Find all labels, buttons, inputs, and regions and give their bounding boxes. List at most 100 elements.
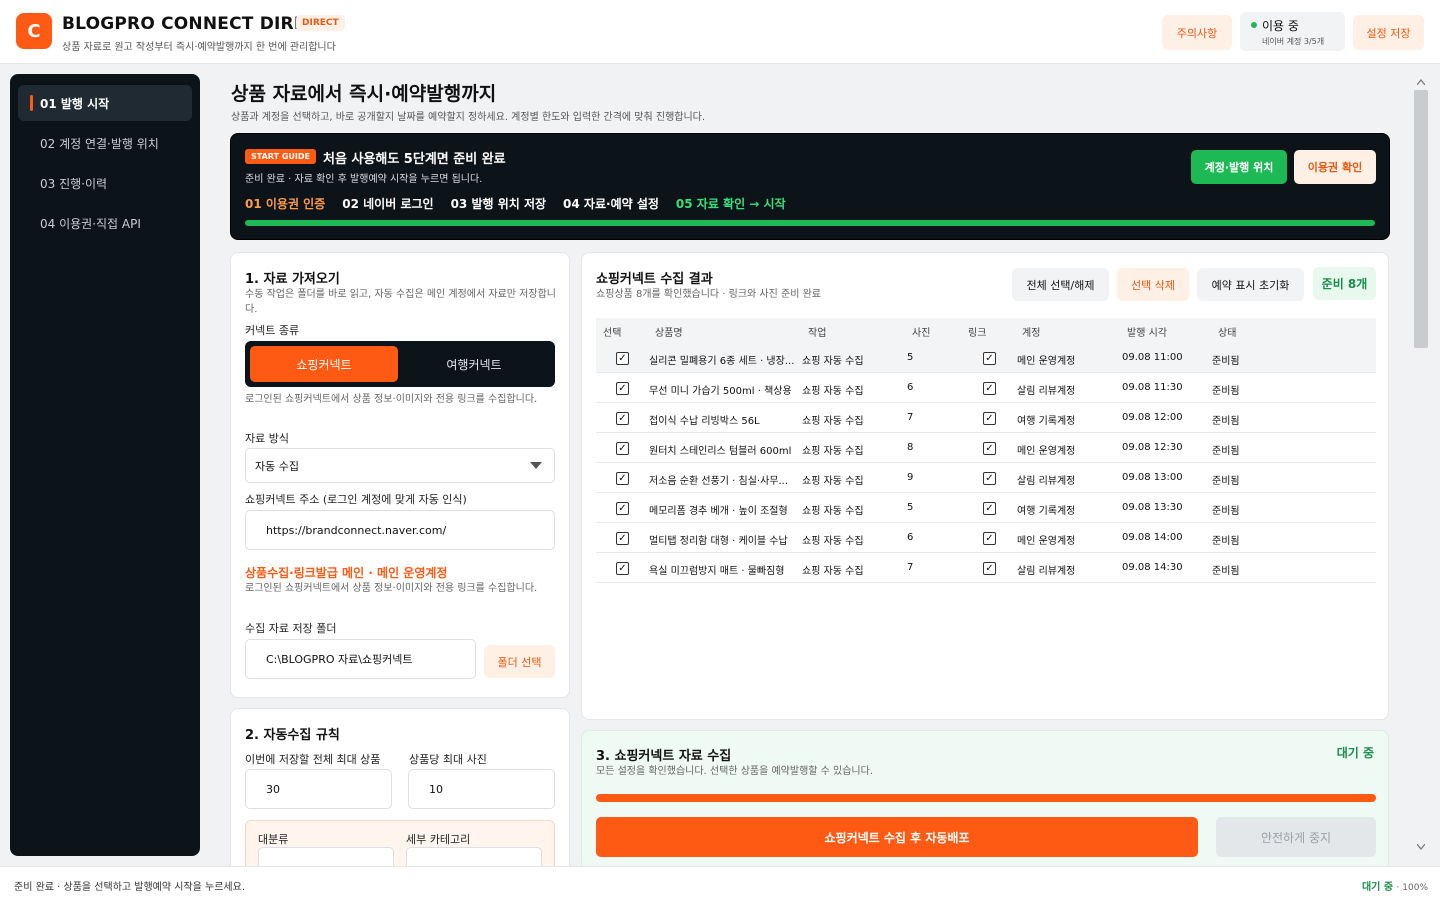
reset-schedule-button[interactable]: 예약 표시 초기화	[1197, 268, 1304, 301]
col-account: 계정	[1022, 328, 1041, 339]
scroll-down-icon[interactable]	[1417, 844, 1425, 850]
publish-time: 09.08 14:30	[1122, 562, 1183, 573]
table-row[interactable]: ✓ 저소음 순환 선풍기 · 침실·사무... 쇼핑 자동 수집 9 ✓ 살림 리뷰계정 0…	[596, 463, 1376, 493]
publish-time: 09.08 11:00	[1122, 352, 1183, 363]
app-badge: DIRECT	[296, 15, 345, 31]
caution-button[interactable]: 주의사항	[1162, 15, 1232, 50]
url-input[interactable]: https://brandconnect.naver.com/	[245, 510, 555, 550]
job-type: 쇼핑 자동 수집	[802, 446, 864, 457]
account-name: 여행 기록계정	[1017, 416, 1076, 427]
status-text: 준비됨	[1212, 536, 1240, 547]
table-row[interactable]: ✓ 욕실 미끄럼방지 매트 · 물빠짐형 쇼핑 자동 수집 7 ✓ 살림 리뷰계정 09.0…	[596, 553, 1376, 583]
col-name: 상품명	[655, 328, 683, 339]
link-checkbox[interactable]: ✓	[983, 562, 996, 575]
photo-count: 7	[907, 562, 914, 573]
photo-count: 5	[907, 502, 914, 513]
guide-step-1[interactable]: 01 이용권 인증	[245, 195, 325, 212]
footer-state: 대기 중	[1361, 882, 1394, 893]
app-title: BLOGPRO CONNECT DIRECT	[62, 14, 331, 34]
link-checkbox[interactable]: ✓	[983, 442, 996, 455]
select-checkbox[interactable]: ✓	[616, 412, 629, 425]
max-photos-label: 상품당 최대 사진	[409, 753, 487, 766]
status-main: 이용 중	[1262, 19, 1299, 33]
tab-shopping-connect[interactable]: 쇼핑커넥트	[250, 346, 398, 382]
col-status: 상태	[1218, 328, 1237, 339]
safe-stop-button[interactable]: 안전하게 중지	[1216, 817, 1376, 857]
link-checkbox[interactable]: ✓	[983, 502, 996, 515]
app-header: C BLOGPRO CONNECT DIRECT DIRECT 상품 자료로 원…	[0, 0, 1440, 64]
results-card: 쇼핑커넥트 수집 결과 쇼핑상품 8개를 확인했습니다 · 링크와 사진 준비 …	[581, 252, 1389, 720]
delete-selected-button[interactable]: 선택 삭제	[1117, 268, 1189, 301]
table-row[interactable]: ✓ 메모리폼 경추 베개 · 높이 조절형 쇼핑 자동 수집 5 ✓ 여행 기록계정 09.…	[596, 493, 1376, 523]
rules-card: 2. 자동수집 규칙 이번에 저장할 전체 최대 상품 30 상품당 최대 사진…	[230, 708, 570, 880]
account-name: 살림 리뷰계정	[1017, 476, 1076, 487]
results-subtitle: 쇼핑상품 8개를 확인했습니다 · 링크와 사진 준비 완료	[596, 289, 821, 300]
link-checkbox[interactable]: ✓	[983, 352, 996, 365]
guide-step-4[interactable]: 04 자료·예약 설정	[563, 195, 659, 212]
table-row[interactable]: ✓ 실리콘 밀폐용기 6종 세트 · 냉장... 쇼핑 자동 수집 5 ✓ 메인 운영계정…	[596, 343, 1376, 373]
job-type: 쇼핑 자동 수집	[802, 536, 864, 547]
status-text: 준비됨	[1212, 356, 1240, 367]
save-settings-button[interactable]: 설정 저장	[1353, 15, 1424, 50]
results-title: 쇼핑커넥트 수집 결과	[596, 272, 713, 287]
table-row[interactable]: ✓ 멀티탭 정리함 대형 · 케이블 수납 쇼핑 자동 수집 6 ✓ 메인 운영계정 09.…	[596, 523, 1376, 553]
sidebar-item-start[interactable]: 01 발행 시작	[18, 85, 192, 121]
collect-deploy-button[interactable]: 쇼핑커넥트 수집 후 자동배포	[596, 817, 1198, 857]
product-name: 메모리폼 경추 베개 · 높이 조절형	[649, 506, 788, 517]
max-products-input[interactable]: 30	[245, 769, 392, 809]
status-dot-icon	[1251, 22, 1257, 28]
folder-input[interactable]: C:\BLOGPRO 자료\쇼핑커넥트	[245, 639, 476, 679]
license-check-button[interactable]: 이용권 확인	[1294, 150, 1376, 184]
product-name: 멀티탭 정리함 대형 · 케이블 수납	[649, 536, 788, 547]
main-scrollbar[interactable]	[1412, 74, 1430, 856]
select-all-button[interactable]: 전체 선택/해제	[1012, 268, 1109, 301]
table-row[interactable]: ✓ 무선 미니 가습기 500ml · 책상용 쇼핑 자동 수집 6 ✓ 살림 리뷰계정 0…	[596, 373, 1376, 403]
select-checkbox[interactable]: ✓	[616, 532, 629, 545]
select-checkbox[interactable]: ✓	[616, 562, 629, 575]
select-checkbox[interactable]: ✓	[616, 382, 629, 395]
publish-time: 09.08 14:00	[1122, 532, 1183, 543]
select-checkbox[interactable]: ✓	[616, 442, 629, 455]
tab-travel-connect[interactable]: 여행커넥트	[400, 346, 548, 382]
start-guide: START GUIDE 처음 사용해도 5단계면 준비 완료 준비 완료 · 자…	[230, 133, 1390, 240]
status-sub: 네이버 계정 3/5개	[1262, 37, 1325, 46]
folder-select-button[interactable]: 폴더 선택	[484, 645, 555, 678]
sidebar: 01 발행 시작 02 계정 연결·발행 위치 03 진행·이력 04 이용권·…	[10, 74, 200, 856]
link-checkbox[interactable]: ✓	[983, 472, 996, 485]
photo-count: 6	[907, 532, 914, 543]
select-checkbox[interactable]: ✓	[616, 502, 629, 515]
link-checkbox[interactable]: ✓	[983, 532, 996, 545]
link-checkbox[interactable]: ✓	[983, 412, 996, 425]
link-checkbox[interactable]: ✓	[983, 382, 996, 395]
table-header: 선택 상품명 작업 사진 링크 계정 발행 시각 상태	[596, 318, 1376, 343]
select-checkbox[interactable]: ✓	[616, 352, 629, 365]
status-bar: 준비 완료 · 상품을 선택하고 발행예약 시작을 누르세요. 대기 중 · 1…	[0, 866, 1440, 900]
sidebar-item-license[interactable]: 04 이용권·직접 API	[18, 205, 192, 241]
method-select[interactable]: 자동 수집	[245, 448, 555, 483]
folder-label: 수집 자료 저장 폴더	[245, 622, 337, 635]
table-row[interactable]: ✓ 원터치 스테인리스 텀블러 600ml 쇼핑 자동 수집 8 ✓ 메인 운영계정 09.…	[596, 433, 1376, 463]
main-account-title: 상품수집·링크발급 메인 · 메인 운영계정	[245, 566, 448, 580]
job-type: 쇼핑 자동 수집	[802, 386, 864, 397]
product-name: 저소음 순환 선풍기 · 침실·사무...	[649, 476, 789, 487]
select-checkbox[interactable]: ✓	[616, 472, 629, 485]
sidebar-item-history[interactable]: 03 진행·이력	[18, 165, 192, 201]
sidebar-item-account[interactable]: 02 계정 연결·발행 위치	[18, 125, 192, 161]
guide-step-5[interactable]: 05 자료 확인 → 시작	[676, 195, 786, 212]
status-state: 대기 중 · 100%	[1361, 882, 1428, 893]
source-card: 1. 자료 가져오기 수동 작업은 폴더를 바로 읽고, 자동 수집은 메인 계…	[230, 252, 570, 698]
page-title: 상품 자료에서 즉시·예약발행까지	[231, 83, 497, 105]
guide-step-3[interactable]: 03 발행 위치 저장	[451, 195, 546, 212]
max-products-label: 이번에 저장할 전체 최대 상품	[245, 753, 381, 766]
collect-card: 3. 쇼핑커넥트 자료 수집 모든 설정을 확인했습니다. 선택한 상품을 예약…	[581, 730, 1389, 870]
account-name: 살림 리뷰계정	[1017, 566, 1076, 577]
product-name: 원터치 스테인리스 텀블러 600ml	[649, 446, 792, 457]
publish-time: 09.08 11:30	[1122, 382, 1183, 393]
max-photos-input[interactable]: 10	[408, 769, 555, 809]
table-row[interactable]: ✓ 접이식 수납 리빙박스 56L 쇼핑 자동 수집 7 ✓ 여행 기록계정 09.08 1…	[596, 403, 1376, 433]
account-location-button[interactable]: 계정·발행 위치	[1191, 150, 1287, 184]
scroll-up-icon[interactable]	[1417, 79, 1425, 85]
scroll-thumb[interactable]	[1414, 90, 1428, 348]
guide-step-2[interactable]: 02 네이버 로그인	[342, 195, 433, 212]
method-value: 자동 수집	[255, 459, 299, 473]
